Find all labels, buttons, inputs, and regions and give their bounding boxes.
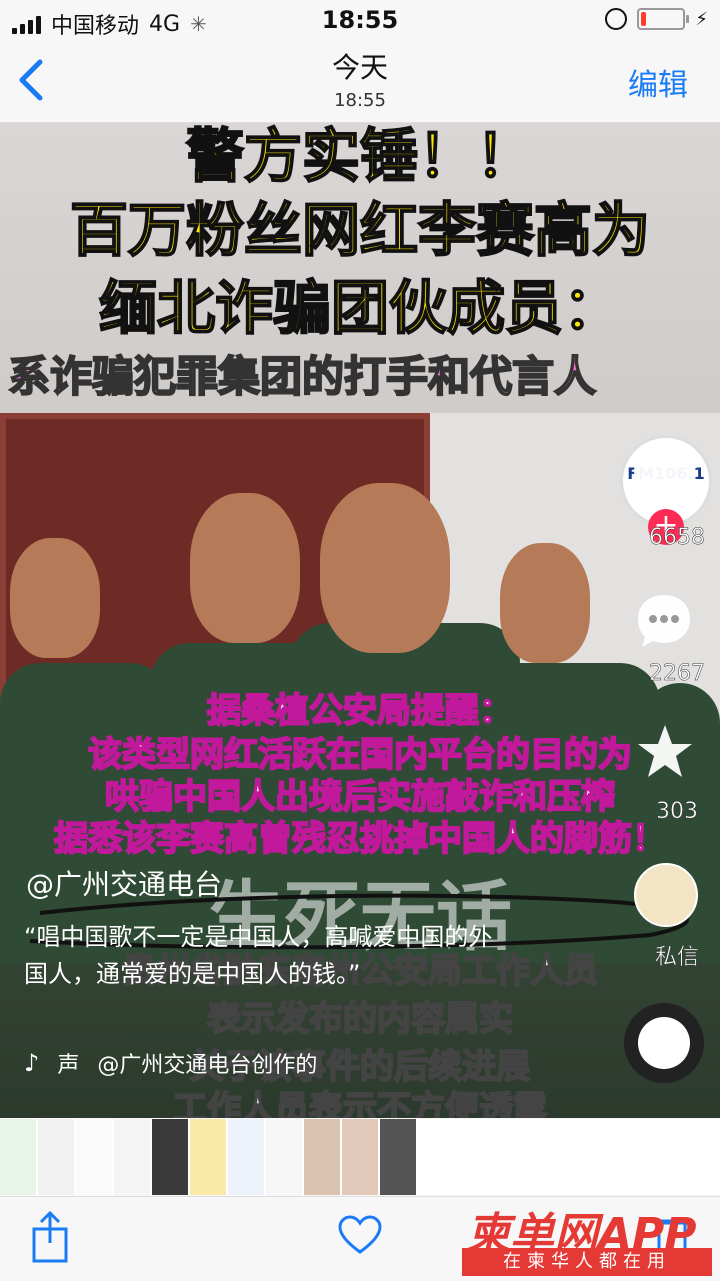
navigation-bar: 今天 18:55 编辑 xyxy=(0,40,720,123)
nav-subtitle: 18:55 xyxy=(334,90,386,111)
share-icon[interactable] xyxy=(30,1211,70,1263)
thumbnail[interactable] xyxy=(304,1119,340,1195)
thumbnail[interactable] xyxy=(38,1119,74,1195)
caption-line: 表示发布的内容属实 xyxy=(206,998,514,1040)
thumbnail[interactable] xyxy=(114,1119,150,1195)
favorite-count: 303 xyxy=(656,799,699,825)
thumbnail[interactable] xyxy=(266,1119,302,1195)
status-bar: 中国移动 4G ✳ 18:55 ⚡ xyxy=(0,0,720,40)
like-count: 6658 xyxy=(649,525,706,551)
music-credit: @广州交通电台创作的 xyxy=(97,1053,318,1078)
edit-button[interactable]: 编辑 xyxy=(628,60,688,104)
caption-line: 据悉该李赛高曾残忍挑掉中国人的脚筋！ xyxy=(53,818,667,860)
watermark-slogan: 在柬华人都在用 xyxy=(462,1248,712,1276)
thumbnail[interactable] xyxy=(190,1119,226,1195)
thumbnail[interactable] xyxy=(76,1119,112,1195)
charging-icon: ⚡ xyxy=(695,8,708,30)
favorite-heart-icon[interactable] xyxy=(338,1215,382,1255)
thumbnail[interactable] xyxy=(152,1119,188,1195)
thumbnail-current[interactable] xyxy=(380,1119,416,1195)
caption-line: 百万粉丝网红李赛高为 xyxy=(69,195,651,265)
person-face xyxy=(320,483,450,653)
comment-count: 2267 xyxy=(649,661,706,687)
person-face xyxy=(10,538,100,658)
nav-title: 今天 xyxy=(331,51,388,84)
photo-content[interactable]: 警方实锤！！ 百万粉丝网红李赛高为 缅北诈骗团伙成员： 系诈骗犯罪集团的打手和代… xyxy=(0,123,720,1118)
like-heart-icon[interactable] xyxy=(632,453,696,513)
battery-icon xyxy=(637,8,690,30)
video-description: “唱中国歌不一定是中国人，高喊爱中国的外国人，通常爱的是中国人的钱。” xyxy=(24,923,493,988)
person-face xyxy=(500,543,590,663)
account-name[interactable]: @广州交通电台 xyxy=(26,863,222,903)
caption-line: 缅北诈骗团伙成员： xyxy=(98,273,622,343)
thumbnail[interactable] xyxy=(0,1119,36,1195)
caption-line: 据桑植公安局提醒： xyxy=(206,690,514,732)
thumbnail[interactable] xyxy=(228,1119,264,1195)
music-prefix: 声 xyxy=(57,1053,80,1078)
thumbnail-strip[interactable] xyxy=(0,1119,720,1195)
rotation-lock-icon xyxy=(605,8,628,30)
music-info[interactable]: ♪ 声 @广州交通电台创作的 xyxy=(24,1047,317,1079)
person-face xyxy=(190,493,300,643)
music-disc-icon[interactable] xyxy=(624,1003,704,1083)
caption-line: 工作人员表示不方便透露 xyxy=(172,1088,548,1118)
dm-label[interactable]: 私信 xyxy=(632,939,720,971)
caption-line: 系诈骗犯罪集团的打手和代言人 xyxy=(7,351,597,402)
thumbnail[interactable] xyxy=(342,1119,378,1195)
dm-avatar[interactable] xyxy=(634,863,698,927)
favorite-star-icon[interactable] xyxy=(636,723,694,781)
comment-bubble-icon[interactable] xyxy=(634,591,694,651)
tiktok-note-icon: ♪ xyxy=(24,1049,40,1077)
